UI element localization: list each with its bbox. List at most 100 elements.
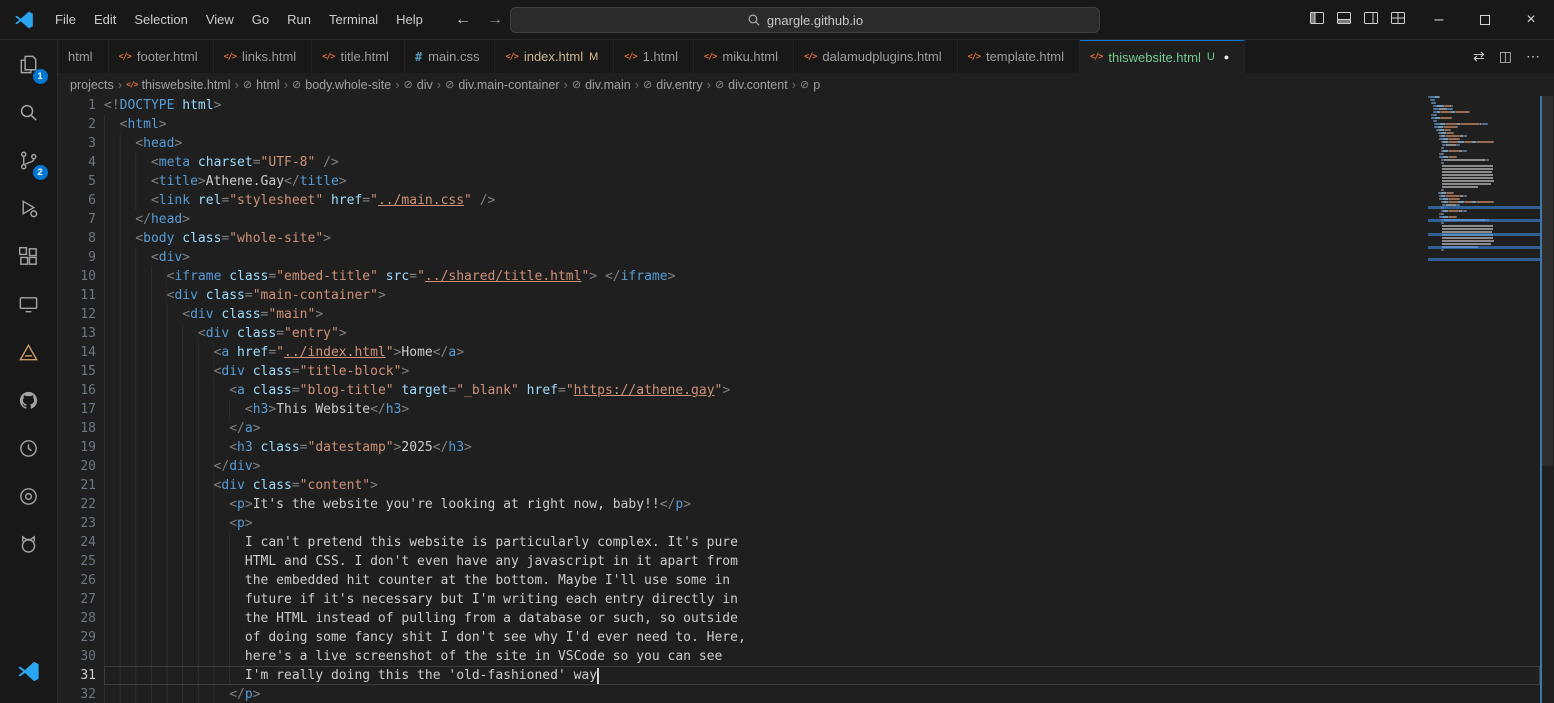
code-line-3[interactable]: <head> xyxy=(104,134,1554,153)
breadcrumb-item-div.entry[interactable]: ⊘div.entry xyxy=(643,78,703,92)
tab-main.css[interactable]: #main.css xyxy=(405,40,496,73)
activity-item-triangle-extension[interactable] xyxy=(5,328,53,376)
code-line-27[interactable]: future if it's necessary but I'm writing… xyxy=(104,590,1554,609)
code-line-7[interactable]: </head> xyxy=(104,210,1554,229)
code-line-6[interactable]: <link rel="stylesheet" href="../main.css… xyxy=(104,191,1554,210)
breadcrumb-item-div.main-container[interactable]: ⊘div.main-container xyxy=(445,78,559,92)
code-line-9[interactable]: <div> xyxy=(104,248,1554,267)
code-line-15[interactable]: <div class="title-block"> xyxy=(104,362,1554,381)
activity-item-vscode-home[interactable] xyxy=(5,647,53,695)
back-icon[interactable]: ← xyxy=(455,11,471,29)
tab-miku.html[interactable]: </>miku.html xyxy=(694,40,794,73)
code-line-29[interactable]: of doing some fancy shit I don't see why… xyxy=(104,628,1554,647)
code-line-22[interactable]: <p>It's the website you're looking at ri… xyxy=(104,495,1554,514)
tab-html[interactable]: html xyxy=(58,40,109,73)
scrollbar[interactable] xyxy=(1540,96,1554,703)
toggle-panel-icon[interactable] xyxy=(1336,10,1352,31)
breadcrumb-item-html[interactable]: ⊘html xyxy=(243,78,280,92)
code-line-18[interactable]: </a> xyxy=(104,419,1554,438)
code-lines[interactable]: <!DOCTYPE html><html><head><meta charset… xyxy=(104,96,1554,703)
command-center-search[interactable]: gnargle.github.io xyxy=(510,7,1100,33)
code-line-21[interactable]: <div class="content"> xyxy=(104,476,1554,495)
code-line-32[interactable]: </p> xyxy=(104,685,1554,703)
code-line-26[interactable]: the embedded hit counter at the bottom. … xyxy=(104,571,1554,590)
customize-layout-icon[interactable] xyxy=(1390,10,1406,31)
menu-go[interactable]: Go xyxy=(243,8,278,31)
menu-run[interactable]: Run xyxy=(278,8,320,31)
minimap[interactable] xyxy=(1428,96,1540,703)
activity-item-github[interactable] xyxy=(5,376,53,424)
more-actions-icon[interactable]: ⋯ xyxy=(1526,48,1540,65)
code-line-16[interactable]: <a class="blog-title" target="_blank" hr… xyxy=(104,381,1554,400)
code-line-23[interactable]: <p> xyxy=(104,514,1554,533)
code-line-20[interactable]: </div> xyxy=(104,457,1554,476)
minimize-button[interactable]: – xyxy=(1416,0,1462,40)
code-line-30[interactable]: here's a live screenshot of the site in … xyxy=(104,647,1554,666)
code-token: div xyxy=(159,248,182,267)
tab-1.html[interactable]: </>1.html xyxy=(614,40,694,73)
tab-links.html[interactable]: </>links.html xyxy=(214,40,313,73)
code-line-14[interactable]: <a href="../index.html">Home</a> xyxy=(104,343,1554,362)
tab-template.html[interactable]: </>template.html xyxy=(958,40,1080,73)
tab-thiswebsite.html[interactable]: </>thiswebsite.htmlU● xyxy=(1080,40,1245,73)
activity-item-source-control[interactable]: 2 xyxy=(5,136,53,184)
menu-view[interactable]: View xyxy=(197,8,243,31)
breadcrumb-item-p[interactable]: ⊘p xyxy=(800,78,820,92)
dirty-indicator[interactable]: ● xyxy=(1224,52,1229,62)
tab-dalamudplugins.html[interactable]: </>dalamudplugins.html xyxy=(794,40,958,73)
code-line-19[interactable]: <h3 class="datestamp">2025</h3> xyxy=(104,438,1554,457)
close-button[interactable]: × xyxy=(1508,0,1554,40)
split-editor-icon[interactable]: ◫ xyxy=(1499,48,1512,65)
code-line-2[interactable]: <html> xyxy=(104,115,1554,134)
breadcrumb-item-div[interactable]: ⊘div xyxy=(404,78,433,92)
code-line-31[interactable]: I'm really doing this the 'old-fashioned… xyxy=(104,666,1554,685)
breadcrumb-item-div.content[interactable]: ⊘div.content xyxy=(715,78,788,92)
code-token xyxy=(315,153,323,172)
breadcrumb-item-projects[interactable]: projects xyxy=(70,78,114,92)
code-line-12[interactable]: <div class="main"> xyxy=(104,305,1554,324)
code-line-1[interactable]: <!DOCTYPE html> xyxy=(104,96,1554,115)
code-line-13[interactable]: <div class="entry"> xyxy=(104,324,1554,343)
menu-edit[interactable]: Edit xyxy=(85,8,125,31)
code-line-10[interactable]: <iframe class="embed-title" src="../shar… xyxy=(104,267,1554,286)
code-line-25[interactable]: HTML and CSS. I don't even have any java… xyxy=(104,552,1554,571)
activity-item-pets[interactable] xyxy=(5,520,53,568)
maximize-button[interactable] xyxy=(1462,0,1508,40)
menu-file[interactable]: File xyxy=(46,8,85,31)
indent-guides xyxy=(104,343,214,362)
activity-item-run-debug[interactable] xyxy=(5,184,53,232)
toggle-sidebar-right-icon[interactable] xyxy=(1363,10,1379,31)
activity-item-history[interactable] xyxy=(5,424,53,472)
activity-item-explorer[interactable]: 1 xyxy=(5,40,53,88)
code-token xyxy=(519,381,527,400)
breadcrumb-item-div.main[interactable]: ⊘div.main xyxy=(572,78,631,92)
code-line-4[interactable]: <meta charset="UTF-8" /> xyxy=(104,153,1554,172)
tab-title.html[interactable]: </>title.html xyxy=(312,40,405,73)
code-line-24[interactable]: I can't pretend this website is particul… xyxy=(104,533,1554,552)
tab-index.html[interactable]: </>index.htmlM xyxy=(495,40,614,73)
minimap-indent xyxy=(1428,237,1442,239)
code-line-8[interactable]: <body class="whole-site"> xyxy=(104,229,1554,248)
menu-terminal[interactable]: Terminal xyxy=(320,8,387,31)
code-line-11[interactable]: <div class="main-container"> xyxy=(104,286,1554,305)
code-line-5[interactable]: <title>Athene.Gay</title> xyxy=(104,172,1554,191)
minimap-token xyxy=(1449,138,1459,140)
code-line-28[interactable]: the HTML instead of pulling from a datab… xyxy=(104,609,1554,628)
html-file-icon: </> xyxy=(119,52,131,62)
forward-icon[interactable]: → xyxy=(487,11,503,29)
breadcrumb-item-body.whole-site[interactable]: ⊘body.whole-site xyxy=(292,78,391,92)
code-line-17[interactable]: <h3>This Website</h3> xyxy=(104,400,1554,419)
toggle-sidebar-left-icon[interactable] xyxy=(1309,10,1325,31)
menu-help[interactable]: Help xyxy=(387,8,432,31)
activity-item-target-extension[interactable] xyxy=(5,472,53,520)
activity-item-extensions[interactable] xyxy=(5,232,53,280)
scrollbar-thumb[interactable] xyxy=(1541,96,1553,466)
tab-footer.html[interactable]: </>footer.html xyxy=(109,40,214,73)
activity-item-search[interactable] xyxy=(5,88,53,136)
editor[interactable]: 1234567891011121314151617181920212223242… xyxy=(58,96,1554,703)
compare-changes-icon[interactable]: ⇄ xyxy=(1473,48,1485,65)
minimap-token xyxy=(1434,99,1435,101)
menu-selection[interactable]: Selection xyxy=(125,8,196,31)
activity-item-remote-explorer[interactable] xyxy=(5,280,53,328)
breadcrumb-item-thiswebsite.html[interactable]: </>thiswebsite.html xyxy=(126,78,230,92)
